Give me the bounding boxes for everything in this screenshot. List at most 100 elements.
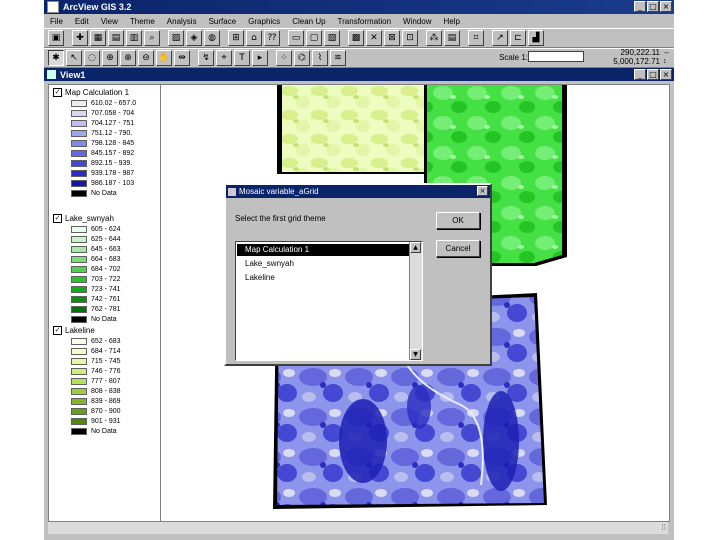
- legend-class-label: 610.02 - 657.0: [91, 100, 137, 107]
- save-icon[interactable]: ▣: [48, 30, 64, 46]
- add-theme-icon[interactable]: ✚: [72, 30, 88, 46]
- horizontal-scrollbar[interactable]: [48, 521, 668, 534]
- menu-theme[interactable]: Theme: [130, 17, 155, 26]
- scale-input[interactable]: [528, 51, 584, 62]
- edit-legend-icon[interactable]: ▤: [108, 30, 124, 46]
- pan-icon[interactable]: ✋: [156, 50, 172, 66]
- scroll-up-icon[interactable]: ▲: [410, 242, 421, 253]
- measure-icon[interactable]: ⇹: [174, 50, 190, 66]
- hotlink-icon[interactable]: ↯: [198, 50, 214, 66]
- list-item-lake-swnyah[interactable]: Lake_swnyah: [237, 258, 409, 270]
- zoom-in-icon[interactable]: ✕: [366, 30, 382, 46]
- list-item-lakeline[interactable]: Lakeline: [237, 272, 409, 284]
- menu-edit[interactable]: Edit: [75, 17, 89, 26]
- grid-analysis-icon[interactable]: ⁂: [426, 30, 442, 46]
- legend-class-label: 664 - 683: [91, 256, 121, 263]
- legend-swatch: [71, 316, 87, 323]
- menu-window[interactable]: Window: [403, 17, 431, 26]
- minimize-button[interactable]: _: [634, 1, 646, 12]
- select-features-icon[interactable]: ▧: [324, 30, 340, 46]
- query-builder-icon[interactable]: ⊞: [228, 30, 244, 46]
- menu-view[interactable]: View: [101, 17, 118, 26]
- close-button[interactable]: ×: [660, 1, 672, 12]
- open-table-icon[interactable]: ▥: [126, 30, 142, 46]
- legend-theme-header[interactable]: ✓ Lake_swnyah: [53, 214, 114, 223]
- select-feature-icon[interactable]: ⊕: [102, 50, 118, 66]
- create-chart-icon[interactable]: ▭: [288, 30, 304, 46]
- zoom-out-icon[interactable]: ⊠: [384, 30, 400, 46]
- grid-theme-list[interactable]: Map Calculation 1 Lake_swnyah Lakeline ▲…: [235, 241, 423, 361]
- reclassify-icon[interactable]: ⊏: [510, 30, 526, 46]
- label-icon[interactable]: T: [234, 50, 250, 66]
- menu-file[interactable]: File: [50, 17, 63, 26]
- theme-properties-icon[interactable]: ▦: [90, 30, 106, 46]
- dialog-close-button[interactable]: ×: [477, 186, 488, 196]
- theme-visibility-checkbox[interactable]: ✓: [53, 214, 62, 223]
- zoom-out-tool-icon[interactable]: ⊖: [138, 50, 154, 66]
- table-of-contents[interactable]: ✓ Map Calculation 1 610.02 - 657.0 707.058 …: [48, 84, 162, 522]
- cancel-button[interactable]: Cancel: [436, 240, 480, 257]
- app-title-bar[interactable]: ArcView GIS 3.2 _ □ ×: [44, 0, 674, 14]
- raster-dark-area: [483, 391, 519, 491]
- menu-help[interactable]: Help: [444, 17, 460, 26]
- contour-tool-icon[interactable]: ≋: [330, 50, 346, 66]
- legend-swatch: [71, 388, 87, 395]
- pointer-icon[interactable]: ↖: [66, 50, 82, 66]
- vertex-edit-icon[interactable]: ◌: [84, 50, 100, 66]
- list-scrollbar[interactable]: ▲ ▼: [409, 242, 422, 360]
- theme-visibility-checkbox[interactable]: ✓: [53, 326, 62, 335]
- legend-class-label: 645 - 663: [91, 246, 121, 253]
- map-calculator-icon[interactable]: ⌗: [468, 30, 484, 46]
- scroll-down-icon[interactable]: ▼: [410, 349, 421, 360]
- legend-class-row: 664 - 683: [71, 256, 121, 263]
- zoom-in-tool-icon[interactable]: ⊕: [120, 50, 136, 66]
- legend-class-row: 808 - 838: [71, 388, 121, 395]
- ok-button[interactable]: OK: [436, 212, 480, 229]
- zoom-extent-icon[interactable]: ▨: [168, 30, 184, 46]
- text-tool-icon[interactable]: ▸: [252, 50, 268, 66]
- legend-class-label: 684 - 702: [91, 266, 121, 273]
- view-icon: [47, 70, 56, 79]
- maximize-button[interactable]: □: [647, 1, 659, 12]
- menu-transformation[interactable]: Transformation: [338, 17, 392, 26]
- select-none-icon[interactable]: ▩: [348, 30, 364, 46]
- zoom-selected-icon[interactable]: ◍: [204, 30, 220, 46]
- menu-analysis[interactable]: Analysis: [167, 17, 197, 26]
- legend-theme-header[interactable]: ✓ Lakeline: [53, 326, 95, 335]
- dialog-title-bar[interactable]: Mosaic variable_aGrid ×: [226, 185, 490, 198]
- view-minimize-button[interactable]: _: [634, 69, 646, 80]
- legend-class-row: 798.128 - 845: [71, 140, 134, 147]
- view-title-bar[interactable]: View1 _ □ ×: [44, 68, 674, 81]
- legend-class-label: 870 - 900: [91, 408, 121, 415]
- legend-class-label: No Data: [91, 428, 117, 435]
- list-item-map-calculation[interactable]: Map Calculation 1: [237, 244, 409, 256]
- legend-theme-header[interactable]: ✓ Map Calculation 1: [53, 88, 129, 97]
- create-layout-icon[interactable]: ▢: [306, 30, 322, 46]
- spot-elevation-icon[interactable]: ⌬: [294, 50, 310, 66]
- locate-address-icon[interactable]: ⌂: [246, 30, 262, 46]
- area-of-interest-icon[interactable]: ⌖: [216, 50, 232, 66]
- coordinate-x: 290,222.11: [620, 48, 660, 57]
- previous-extent-icon[interactable]: ⊡: [402, 30, 418, 46]
- legend-class-row: 684 - 702: [71, 266, 121, 273]
- view-maximize-button[interactable]: □: [647, 69, 659, 80]
- view-close-button[interactable]: ×: [660, 69, 672, 80]
- mosaic-dialog: Mosaic variable_aGrid × Select the first…: [224, 183, 492, 366]
- legend-class-label: 762 - 781: [91, 306, 121, 313]
- menu-graphics[interactable]: Graphics: [248, 17, 280, 26]
- menu-clean-up[interactable]: Clean Up: [292, 17, 325, 26]
- menu-surface[interactable]: Surface: [209, 17, 237, 26]
- legend-class-row: 610.02 - 657.0: [71, 100, 136, 107]
- help-icon[interactable]: ⁇: [264, 30, 280, 46]
- theme-visibility-checkbox[interactable]: ✓: [53, 88, 62, 97]
- resize-grip-icon[interactable]: ⁞⁞: [662, 523, 666, 532]
- find-icon[interactable]: ⌕: [144, 30, 160, 46]
- profile-icon[interactable]: ⌇: [312, 50, 328, 66]
- legend-class-label: 986.187 - 103: [91, 180, 135, 187]
- identify-icon[interactable]: ✱: [48, 50, 64, 66]
- map-query-icon[interactable]: ▤: [444, 30, 460, 46]
- zoom-active-icon[interactable]: ◈: [186, 30, 202, 46]
- histogram-icon[interactable]: ▟: [528, 30, 544, 46]
- statistics-icon[interactable]: ↗: [492, 30, 508, 46]
- draw-point-icon[interactable]: ⁘: [276, 50, 292, 66]
